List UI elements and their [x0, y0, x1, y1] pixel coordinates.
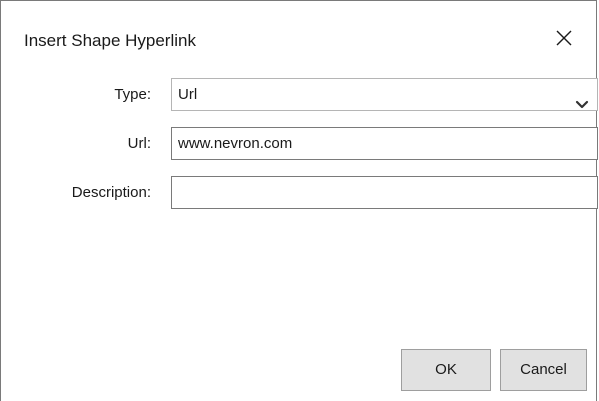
- description-input[interactable]: [171, 176, 598, 209]
- close-button[interactable]: [549, 23, 579, 53]
- dialog-title: Insert Shape Hyperlink: [24, 31, 196, 50]
- type-label: Type:: [114, 86, 151, 103]
- cancel-button[interactable]: Cancel: [500, 349, 587, 391]
- type-select[interactable]: Url: [171, 78, 598, 111]
- type-select-value: Url: [178, 86, 198, 103]
- close-icon: [556, 30, 572, 46]
- insert-shape-hyperlink-dialog: Insert Shape Hyperlink Type: Url Url: De…: [0, 0, 598, 401]
- url-label: Url:: [127, 135, 151, 152]
- chevron-down-icon: [575, 90, 589, 121]
- description-label: Description:: [71, 184, 151, 201]
- ok-button[interactable]: OK: [401, 349, 491, 391]
- url-input[interactable]: [171, 127, 598, 160]
